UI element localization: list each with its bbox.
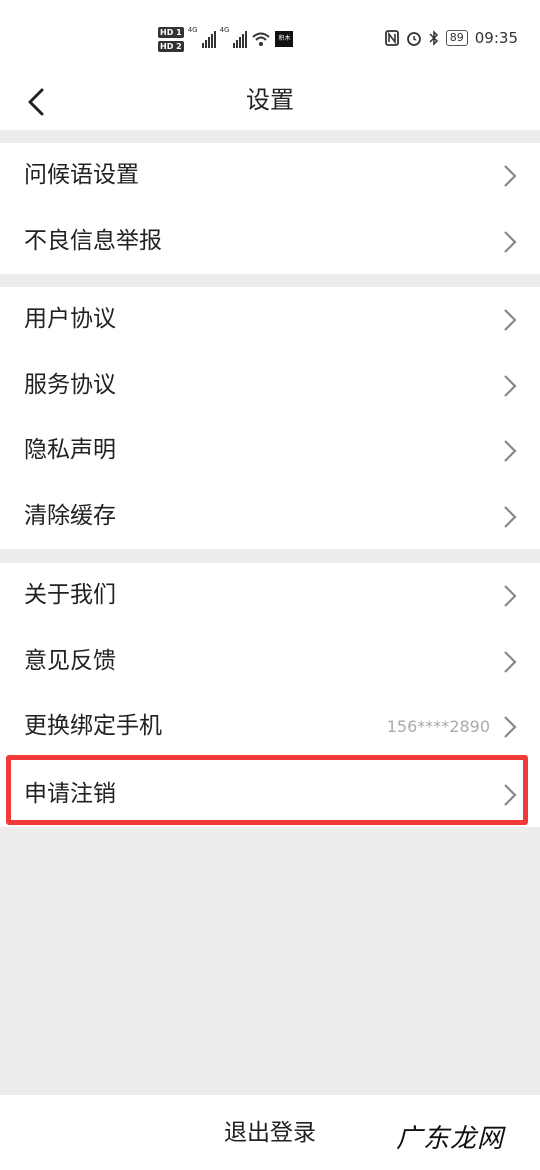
user-agreement-item[interactable]: 用户协议: [0, 287, 540, 353]
feedback-item[interactable]: 意见反馈: [0, 629, 540, 695]
item-label: 意见反馈: [24, 647, 116, 674]
phone-number-value: 156****2890: [386, 717, 490, 736]
settings-group-2: 用户协议 服务协议 隐私声明 清除缓存: [0, 287, 540, 549]
status-bar: HD 1 HD 2 4G 4G 积木 89 09:35: [0, 0, 540, 80]
chevron-right-icon: [504, 440, 517, 462]
network-type-1: 4G: [187, 26, 198, 34]
chevron-right-icon: [504, 165, 517, 187]
chevron-right-icon: [504, 585, 517, 607]
item-label: 申请注销: [24, 780, 116, 807]
alarm-icon: [406, 32, 421, 46]
change-phone-item[interactable]: 更换绑定手机 156****2890: [0, 694, 540, 760]
item-label: 问候语设置: [24, 162, 139, 188]
chevron-right-icon: [504, 374, 517, 397]
clear-cache-item[interactable]: 清除缓存: [0, 484, 540, 550]
battery-icon: 89: [445, 30, 468, 46]
bluetooth-icon: [429, 30, 438, 46]
item-label: 用户协议: [24, 306, 116, 332]
network-type-2: 4G: [219, 26, 230, 34]
wifi-icon: [252, 32, 271, 46]
item-label: 隐私声明: [24, 437, 116, 463]
chevron-right-icon: [504, 716, 517, 738]
chevron-right-icon: [504, 650, 517, 673]
watermark-logo: 广东龙网: [396, 1124, 505, 1154]
nav-header: 设置: [0, 80, 540, 130]
signal-icon: [201, 30, 216, 48]
status-left: HD 1 HD 2 4G 4G 积木: [158, 22, 294, 56]
chevron-right-icon: [504, 505, 517, 528]
item-label: 服务协议: [24, 371, 116, 398]
settings-group-1: 问候语设置 不良信息举报: [0, 143, 540, 274]
item-label: 关于我们: [24, 582, 116, 608]
settings-group-3: 关于我们 意见反馈 更换绑定手机 156****2890 申请注销: [0, 563, 540, 827]
chevron-right-icon: [504, 783, 517, 806]
service-agreement-item[interactable]: 服务协议: [0, 353, 540, 419]
hd2-badge: HD 2: [158, 40, 184, 52]
chevron-right-icon: [504, 309, 517, 331]
clock: 09:35: [474, 29, 518, 47]
chevron-right-icon: [504, 230, 517, 253]
item-label: 清除缓存: [24, 502, 116, 529]
signal-icon-2: [233, 30, 248, 48]
page-title: 设置: [246, 86, 294, 114]
hd1-badge: HD 1: [158, 26, 184, 38]
item-label: 更换绑定手机: [24, 713, 162, 739]
cancel-account-item[interactable]: 申请注销: [0, 762, 540, 828]
greeting-settings-item[interactable]: 问候语设置: [0, 143, 540, 209]
privacy-statement-item[interactable]: 隐私声明: [0, 418, 540, 484]
report-bad-info-item[interactable]: 不良信息举报: [0, 209, 540, 275]
nfc-icon: [384, 30, 399, 46]
app-badge-icon: 积木: [275, 31, 294, 47]
status-right: 89 09:35: [384, 29, 518, 47]
item-label: 不良信息举报: [24, 227, 162, 254]
about-us-item[interactable]: 关于我们: [0, 563, 540, 629]
